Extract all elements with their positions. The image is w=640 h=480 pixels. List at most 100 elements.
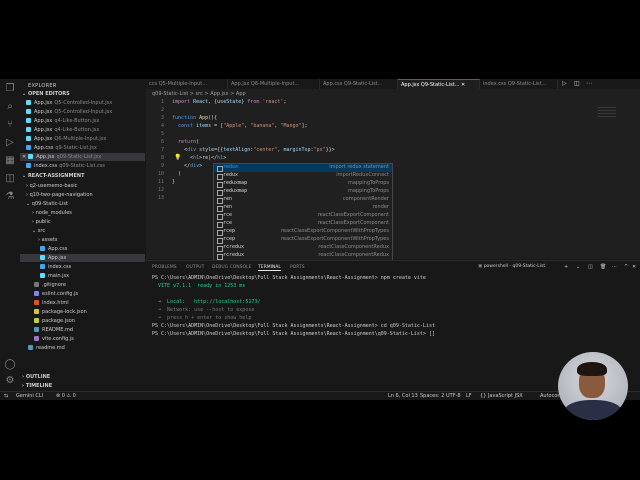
activity-bar: ❐ ⌕ ⑂ ▷ ▦ ◫ ⚗ ◯ ⚙ (0, 79, 21, 400)
tab[interactable]: App.jsx Q6-Multiple-Input... (228, 79, 320, 89)
tab[interactable]: App.css Q9-Static-List... (320, 79, 398, 89)
close-icon[interactable]: ✕ (22, 154, 26, 160)
react-file-icon (26, 109, 31, 114)
problems-status[interactable]: ⊗ 0 ⚠ 0 (56, 393, 76, 399)
terminal-instance-label[interactable]: ▣ powershell - q09-Static-List (478, 264, 545, 269)
tab[interactable]: index.css Q9-Static-List... (480, 79, 558, 89)
maximize-panel-icon[interactable]: ^ (624, 264, 628, 270)
source-control-icon[interactable]: ⑂ (4, 119, 16, 131)
react-file-icon (26, 127, 31, 132)
folder-item[interactable]: › node_modules (32, 209, 72, 217)
tab-problems[interactable]: PROBLEMS (152, 265, 177, 270)
open-editor-item[interactable]: App.jsx q4-Like-Button.jsx (26, 117, 99, 125)
remote-indicator-icon[interactable]: ⇆ (4, 393, 8, 399)
suggestion-item[interactable]: rcredux reactClassComponentRedux (214, 252, 392, 260)
file-item[interactable]: package-lock.json (34, 308, 87, 316)
suggestion-item[interactable]: rce reactClassExportComponent (214, 212, 392, 220)
tab-terminal[interactable]: TERMINAL (258, 265, 281, 271)
file-item[interactable]: README.md (34, 326, 73, 334)
suggestion-item[interactable]: rcredux reactClassComponentRedux (214, 244, 392, 252)
timeline-header[interactable]: › TIMELINE (22, 383, 52, 389)
outline-header[interactable]: › OUTLINE (22, 374, 50, 380)
project-header[interactable]: ⌄ REACT-ASSIGNMENT (22, 173, 84, 179)
file-item[interactable]: eslint.config.js (34, 290, 78, 298)
open-editors-header[interactable]: ⌄ OPEN EDITORS (22, 91, 70, 97)
file-item-selected[interactable]: App.jsx (20, 254, 145, 262)
line-number: 1 (160, 99, 164, 105)
open-editor-item[interactable]: App.jsx Q6-Multiple-Input.jsx (26, 135, 106, 143)
file-item[interactable]: package.json (34, 317, 75, 325)
lightbulb-icon[interactable]: 💡 (174, 154, 181, 161)
gemini-cli-status[interactable]: Gemini CLI (16, 393, 43, 399)
split-editor-icon[interactable]: ◫ (574, 80, 580, 87)
extensions-icon[interactable]: ▦ (4, 155, 16, 167)
line-number: 2 (160, 107, 164, 113)
folder-item[interactable]: › q2-usememo-basic (26, 182, 77, 190)
more-icon[interactable]: ⋯ (612, 264, 617, 270)
line-number: 9 (160, 163, 164, 169)
account-icon[interactable]: ◯ (4, 359, 16, 371)
file-item[interactable]: vite.config.js (34, 335, 74, 343)
gear-icon[interactable]: ⚙ (4, 375, 16, 387)
tab-ports[interactable]: PORTS (290, 265, 305, 270)
open-editor-item[interactable]: App.jsx Q5-Controlled-Input.jsx (26, 108, 112, 116)
indentation-status[interactable]: Spaces: 2 (420, 393, 444, 399)
file-item[interactable]: index.html (34, 299, 69, 307)
open-editor-item[interactable]: index.css q09-Static-List.css (26, 162, 105, 170)
suggestion-item[interactable]: redux import redux statement (214, 164, 392, 172)
line-number: 3 (160, 115, 164, 121)
file-item[interactable]: readme.md (28, 344, 65, 352)
css-file-icon (26, 145, 31, 150)
cursor-position[interactable]: Ln 6, Col 13 (388, 393, 418, 399)
css-file-icon (40, 246, 45, 251)
eol-status[interactable]: LF (466, 393, 472, 399)
testing-icon[interactable]: ⚗ (4, 191, 16, 203)
folder-item[interactable]: › public (32, 218, 51, 226)
suggestion-item[interactable]: ren componentRender (214, 196, 392, 204)
file-item[interactable]: App.css (40, 245, 67, 253)
suggestion-item[interactable]: rcep reactClassExportComponentWithPropTyp… (214, 228, 392, 236)
suggestion-item[interactable]: reduxmap mappingToProps (214, 188, 392, 196)
tab[interactable]: ccs Q5-Multiple-Input... (146, 79, 228, 89)
search-icon[interactable]: ⌕ (4, 101, 16, 113)
json-file-icon (34, 318, 39, 323)
language-mode[interactable]: {} JavaScript JSX (480, 393, 523, 399)
remote-icon[interactable]: ◫ (4, 173, 16, 185)
suggestion-item[interactable]: rce reactClassExportComponent (214, 220, 392, 228)
close-icon[interactable]: ✕ (461, 82, 465, 88)
folder-item[interactable]: ⌄ q09-Static-List (26, 200, 68, 208)
terminal-line: ➜ press h + enter to show help (152, 315, 252, 321)
trash-icon[interactable]: 🗑 (600, 264, 606, 270)
folder-item[interactable]: ⌄ src (32, 227, 45, 235)
suggestion-item[interactable]: rcep reactClassExportComponentWithPropTyp… (214, 236, 392, 244)
folder-item[interactable]: › q10-two-page-navigation (26, 191, 93, 199)
file-item[interactable]: index.css (40, 263, 71, 271)
open-editor-item-active[interactable]: ✕ App.jsx q09-Static-List.jsx (20, 153, 145, 161)
suggestion-item[interactable]: ren render (214, 204, 392, 212)
react-file-icon (40, 255, 45, 260)
open-editor-item[interactable]: App.jsx Q5-Controlled-Input.jsx (26, 99, 112, 107)
more-icon[interactable]: ⋯ (586, 80, 592, 87)
chevron-down-icon[interactable]: ⌄ (576, 264, 580, 270)
add-terminal-icon[interactable]: + (564, 264, 568, 270)
suggestion-item[interactable]: redux importReduxConnect (214, 172, 392, 180)
file-item[interactable]: .gitignore (34, 281, 66, 289)
folder-item[interactable]: › assets (38, 236, 58, 244)
markdown-file-icon (34, 327, 39, 332)
suggestion-item[interactable]: reduxmap mappingToProps (214, 180, 392, 188)
code-line: return( (178, 139, 200, 145)
split-terminal-icon[interactable]: ◫ (588, 264, 593, 270)
tab-output[interactable]: OUTPUT (186, 265, 204, 270)
open-editor-item[interactable]: App.jsx q4-Like-Button.jsx (26, 126, 99, 134)
vite-file-icon (34, 336, 39, 341)
terminal-prompt[interactable]: PS C:\Users\ADMIN\OneDrive\Desktop\Full … (152, 331, 435, 337)
minimap[interactable] (598, 107, 616, 119)
files-icon[interactable]: ❐ (4, 83, 16, 95)
run-icon[interactable]: ▷ (562, 80, 567, 87)
tab-debug-console[interactable]: DEBUG CONSOLE (212, 265, 251, 270)
encoding-status[interactable]: UTF-8 (446, 393, 461, 399)
close-panel-icon[interactable]: ✕ (632, 264, 636, 270)
run-debug-icon[interactable]: ▷ (4, 137, 16, 149)
open-editor-item[interactable]: App.css q9-Static-List.jsx (26, 144, 97, 152)
file-item[interactable]: main.jsx (40, 272, 69, 280)
